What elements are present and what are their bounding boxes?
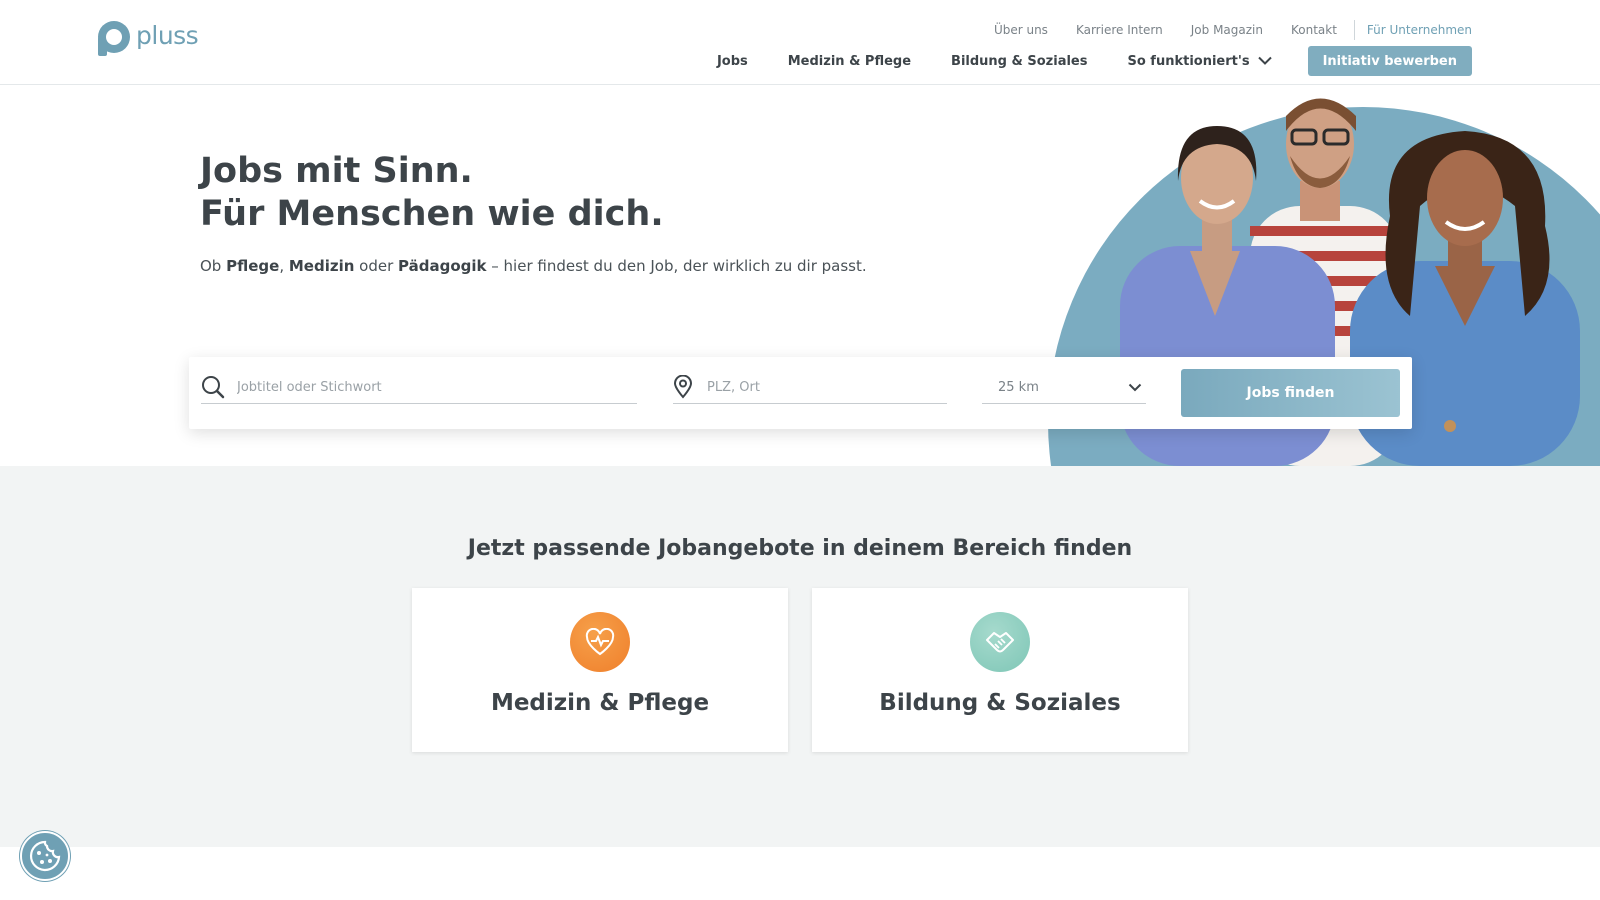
mainnav-link-jobs[interactable]: Jobs [717,54,748,69]
mainnav-link-bildung-soziales[interactable]: Bildung & Soziales [951,54,1087,69]
topnav-link-karriere-intern[interactable]: Karriere Intern [1076,23,1163,37]
main-navigation: Jobs Medizin & Pflege Bildung & Soziales… [677,46,1472,76]
pluss-logo[interactable]: pluss [97,20,199,56]
job-search-box: 25 km Jobs finden [189,357,1412,429]
topnav-link-fuer-unternehmen[interactable]: Für Unternehmen [1367,23,1472,37]
logo-mark-icon [97,20,131,56]
chevron-down-icon [1128,383,1142,392]
hero-headline-line1: Jobs mit Sinn. [200,151,473,191]
radius-select[interactable]: 25 km [982,371,1146,404]
subline-suffix: – hier findest du den Job, der wirklich … [486,257,867,275]
location-pin-icon [673,375,693,399]
topnav-link-ueber-uns[interactable]: Über uns [994,23,1048,37]
hero-section: Jobs mit Sinn. Für Menschen wie dich. Ob… [0,86,1600,466]
topnav-link-kontakt[interactable]: Kontakt [1291,23,1337,37]
location-field [673,371,947,404]
logo-text: pluss [136,20,199,50]
job-search-input[interactable] [237,379,637,395]
site-header: pluss Über uns Karriere Intern Job Magaz… [0,0,1600,85]
mainnav-dropdown-label: So funktioniert's [1127,53,1250,69]
top-navigation: Über uns Karriere Intern Job Magazin Kon… [966,20,1472,40]
subline-medizin: Medizin [288,257,355,275]
category-card-medizin-pflege[interactable]: Medizin & Pflege [412,588,788,752]
jobs-finden-button[interactable]: Jobs finden [1181,369,1400,417]
category-label: Medizin & Pflege [490,690,710,716]
location-input[interactable] [707,379,947,395]
initiativ-bewerben-button[interactable]: Initiativ bewerben [1307,46,1472,76]
subline-paedagogik: Pädagogik [398,257,487,275]
subline-sep1: , [279,257,289,275]
topnav-link-job-magazin[interactable]: Job Magazin [1191,23,1263,37]
radius-value: 25 km [998,379,1039,395]
search-icon [201,375,225,399]
subline-prefix: Ob [200,257,227,275]
hero-headline: Jobs mit Sinn. Für Menschen wie dich. [200,150,664,236]
chevron-down-icon [1257,54,1272,69]
topnav-divider [1353,20,1355,40]
hero-subline: Ob Pflege, Medizin oder Pädagogik – hier… [200,257,867,275]
cookie-icon [28,839,62,873]
categories-title: Jetzt passende Jobangebote in deinem Ber… [467,536,1133,561]
mainnav-dropdown-so-funktionierts[interactable]: So funktioniert's [1127,53,1272,69]
job-search-field [201,371,637,404]
footer-strip [0,847,1600,900]
heart-pulse-icon [570,612,630,672]
categories-section: Jetzt passende Jobangebote in deinem Ber… [0,466,1600,847]
subline-pflege: Pflege [226,257,280,275]
category-card-bildung-soziales[interactable]: Bildung & Soziales [812,588,1188,752]
subline-sep2: oder [354,257,399,275]
mainnav-link-medizin-pflege[interactable]: Medizin & Pflege [788,54,911,69]
category-label: Bildung & Soziales [879,690,1121,716]
cookie-settings-button[interactable] [20,831,70,881]
handshake-icon [970,612,1030,672]
hero-headline-line2: Für Menschen wie dich. [200,194,664,234]
